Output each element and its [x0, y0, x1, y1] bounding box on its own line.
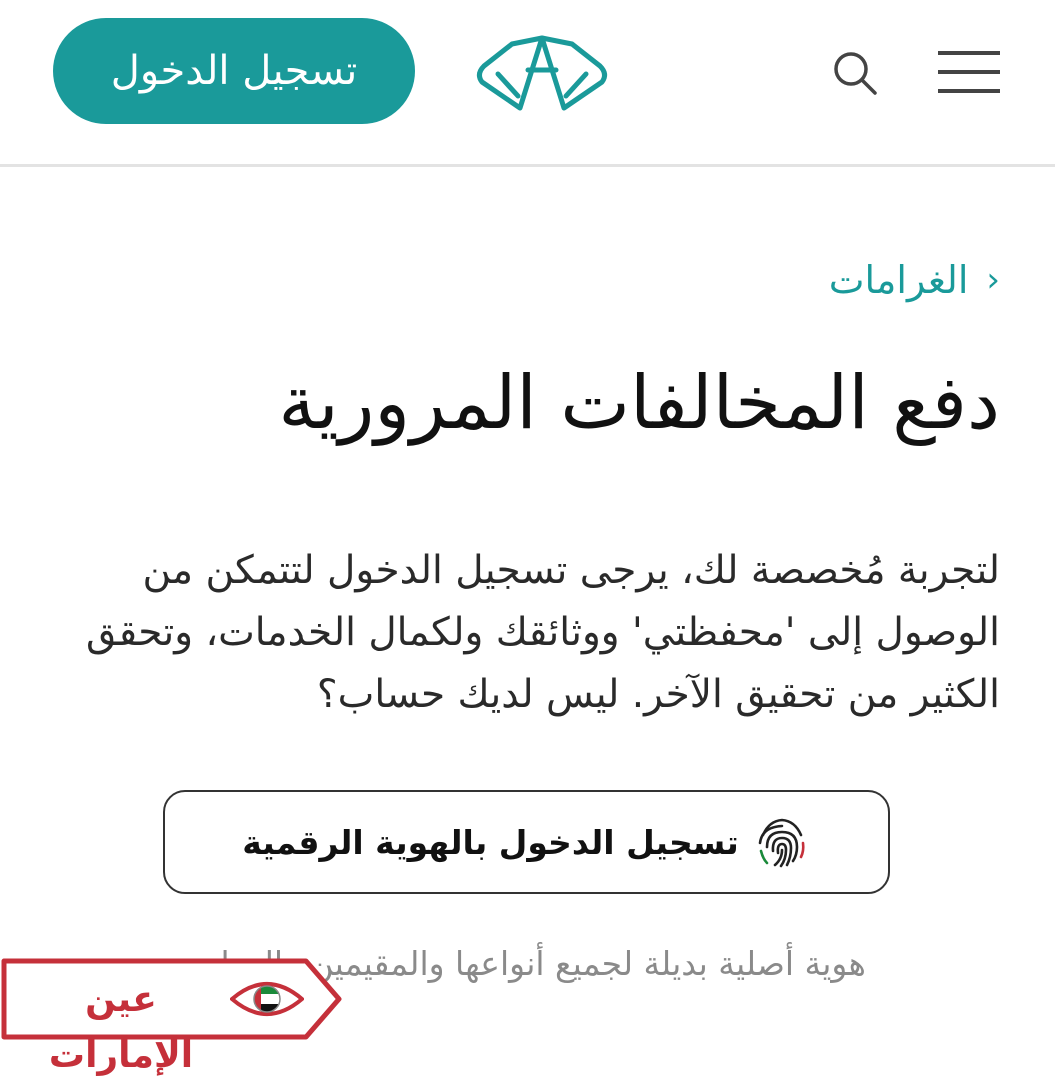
page: تسجيل الدخول ‹ الغرامات دفع المخالفات ال… [0, 0, 1055, 1080]
login-button-label: تسجيل الدخول [110, 48, 358, 94]
page-title: دفع المخالفات المرورية [278, 360, 1000, 446]
intro-text: لتجربة مُخصصة لك، يرجى تسجيل الدخول لتتم… [85, 548, 1000, 717]
hamburger-menu-icon[interactable] [936, 48, 1002, 96]
top-header: تسجيل الدخول [0, 0, 1055, 167]
breadcrumb-label[interactable]: الغرامات [829, 258, 969, 302]
search-icon[interactable] [830, 48, 880, 98]
login-button[interactable]: تسجيل الدخول [53, 18, 415, 124]
uaepass-login-button[interactable]: تسجيل الدخول بالهوية الرقمية [163, 790, 890, 894]
eye-flag-icon [230, 982, 304, 1016]
watermark-text: عين الإمارات [48, 979, 194, 1076]
tamm-logo-icon[interactable] [472, 30, 612, 114]
breadcrumb[interactable]: ‹ الغرامات [829, 258, 1000, 302]
chevron-left-icon: ‹ [986, 260, 1000, 300]
uaepass-button-label: تسجيل الدخول بالهوية الرقمية [242, 822, 739, 862]
fingerprint-icon [758, 818, 805, 868]
